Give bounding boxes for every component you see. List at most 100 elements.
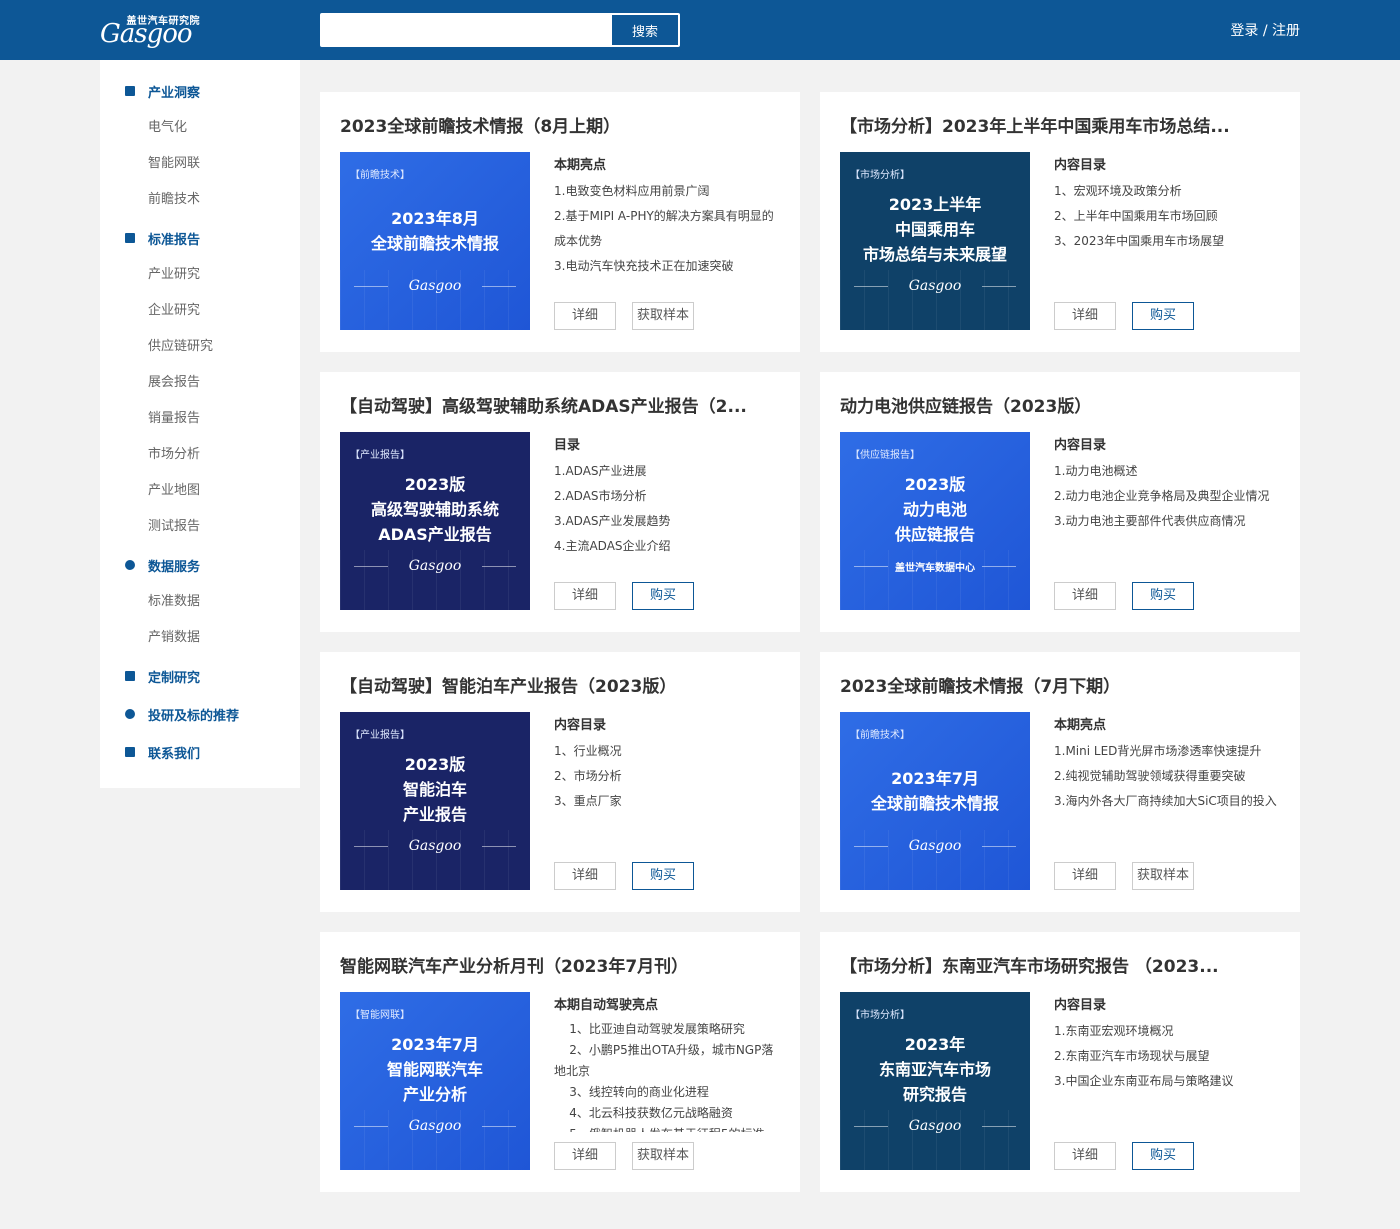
phone-icon [125, 747, 135, 757]
detail-button[interactable]: 详细 [554, 582, 616, 610]
report-title[interactable]: 2023全球前瞻技术情报（8月上期） [340, 112, 780, 137]
buy-button[interactable]: 购买 [1132, 302, 1194, 330]
cover-tag: 【市场分析】 [850, 1010, 910, 1021]
cover-title: 2023年 东南亚汽车市场 研究报告 [878, 1035, 991, 1104]
cover-tag: 【前瞻技术】 [850, 730, 910, 741]
sidebar-item[interactable]: 测试报告 [148, 515, 200, 534]
summary-item: 3.电动汽车快充技术正在加速突破 [554, 259, 734, 273]
sidebar-category[interactable]: 产业洞察 [120, 80, 200, 102]
report-summary: 本期亮点 1.Mini LED背光屏市场渗透率快速提升 2.纯视觉辅助驾驶领域获得重… [1054, 714, 1284, 814]
sidebar-category-label: 数据服务 [148, 559, 201, 575]
summary-heading: 本期自动驾驶亮点 [554, 998, 659, 1013]
cover-title: 2023年7月 智能网联汽车 产业分析 [386, 1035, 483, 1104]
summary-heading: 内容目录 [1054, 158, 1107, 173]
summary-heading: 内容目录 [1054, 438, 1107, 453]
report-title[interactable]: 2023全球前瞻技术情报（7月下期） [840, 672, 1280, 697]
report-title[interactable]: 【自动驾驶】智能泊车产业报告（2023版） [340, 672, 780, 697]
report-cover-image[interactable]: 【产业报告】 2023版 智能泊车 产业报告 Gasgoo [340, 712, 530, 890]
report-card: 【市场分析】东南亚汽车市场研究报告 （2023... 【市场分析】 2023年 东南… [820, 932, 1300, 1192]
report-title[interactable]: 动力电池供应链报告（2023版） [840, 392, 1280, 417]
report-card: 【自动驾驶】智能泊车产业报告（2023版） 【产业报告】 2023版 智能泊车 产业… [320, 652, 800, 912]
cover-title: 2023上半年 中国乘用车 市场总结与未来展望 [862, 195, 1007, 264]
search-bar: 搜索 [320, 13, 680, 47]
summary-item: 3.动力电池主要部件代表供应商情况 [1054, 514, 1246, 528]
cover-title: 2023年8月 全球前瞻技术情报 [370, 209, 499, 253]
sidebar-nav: 产业洞察电气化智能网联前瞻技术标准报告产业研究企业研究供应链研究展会报告销量报告… [100, 60, 300, 788]
report-title[interactable]: 【自动驾驶】高级驾驶辅助系统ADAS产业报告（2... [340, 392, 780, 417]
get-sample-button[interactable]: 获取样本 [632, 1142, 694, 1170]
detail-button[interactable]: 详细 [1054, 582, 1116, 610]
summary-item: 2.纯视觉辅助驾驶领域获得重要突破 [1054, 769, 1246, 783]
search-button[interactable]: 搜索 [612, 15, 678, 45]
summary-heading: 内容目录 [554, 718, 607, 733]
detail-button[interactable]: 详细 [554, 302, 616, 330]
report-summary: 目录 1.ADAS产业进展 2.ADAS市场分析 3.ADAS产业发展趋势 4.主流AD… [554, 434, 784, 559]
sidebar-item[interactable]: 产业研究 [148, 263, 200, 282]
get-sample-button[interactable]: 获取样本 [1132, 862, 1194, 890]
gasgoo-logo[interactable]: 盖世汽车研究院 Gasgoo [100, 12, 200, 49]
report-card: 动力电池供应链报告（2023版） 【供应链报告】 2023版 动力电池 供应链报告盖… [820, 372, 1300, 632]
buy-button[interactable]: 购买 [632, 582, 694, 610]
sidebar-item[interactable]: 智能网联 [148, 152, 200, 171]
sidebar-category[interactable]: 定制研究 [120, 665, 200, 687]
sidebar-category[interactable]: 数据服务 [120, 554, 200, 576]
sidebar-category[interactable]: 标准报告 [120, 227, 200, 249]
detail-button[interactable]: 详细 [1054, 302, 1116, 330]
sidebar-item[interactable]: 电气化 [148, 116, 187, 135]
sidebar-item[interactable]: 供应链研究 [148, 335, 213, 354]
summary-item: 2.动力电池企业竞争格局及典型企业情况 [1054, 489, 1270, 503]
summary-item: 3.中国企业东南亚布局与策略建议 [1054, 1074, 1234, 1088]
sidebar-item[interactable]: 产销数据 [148, 626, 200, 645]
buy-button[interactable]: 购买 [1132, 1142, 1194, 1170]
sidebar-category-label: 产业洞察 [148, 85, 201, 101]
sidebar-item[interactable]: 标准数据 [148, 590, 200, 609]
summary-heading: 目录 [554, 438, 581, 453]
report-cover-image[interactable]: 【前瞻技术】 2023年7月 全球前瞻技术情报 Gasgoo [840, 712, 1030, 890]
report-title[interactable]: 智能网联汽车产业分析月刊（2023年7月刊） [340, 952, 780, 977]
detail-button[interactable]: 详细 [554, 1142, 616, 1170]
sidebar-category[interactable]: 投研及标的推荐 [120, 703, 239, 725]
buy-button[interactable]: 购买 [1132, 582, 1194, 610]
cover-logo: Gasgoo [408, 1118, 462, 1134]
sidebar-item[interactable]: 展会报告 [148, 371, 200, 390]
detail-button[interactable]: 详细 [554, 862, 616, 890]
report-card: 【自动驾驶】高级驾驶辅助系统ADAS产业报告（2... 【产业报告】 2023版 高… [320, 372, 800, 632]
report-cover-image[interactable]: 【前瞻技术】 2023年8月 全球前瞻技术情报 Gasgoo [340, 152, 530, 330]
sidebar-category-label: 标准报告 [148, 232, 201, 248]
sidebar-item[interactable]: 销量报告 [148, 407, 200, 426]
summary-item: 2、小鹏P5推出OTA升级，城市NGP落地北京 [554, 1043, 774, 1078]
detail-button[interactable]: 详细 [1054, 1142, 1116, 1170]
report-cover-image[interactable]: 【产业报告】 2023版 高级驾驶辅助系统 ADAS产业报告 Gasgoo [340, 432, 530, 610]
login-register-link[interactable]: 登录 / 注册 [1200, 20, 1300, 40]
report-cover-image[interactable]: 【市场分析】 2023年 东南亚汽车市场 研究报告 Gasgoo [840, 992, 1030, 1170]
cover-logo: Gasgoo [908, 838, 962, 854]
report-cover-image[interactable]: 【供应链报告】 2023版 动力电池 供应链报告 盖世汽车数据中心 [840, 432, 1030, 610]
summary-item: 2.东南亚汽车市场现状与展望 [1054, 1049, 1210, 1063]
summary-item: 2.ADAS市场分析 [554, 489, 647, 503]
summary-item: 3.海内外各大厂商持续加大SiC项目的投入 [1054, 794, 1277, 808]
sidebar-item[interactable]: 产业地图 [148, 479, 200, 498]
summary-item: 3.ADAS产业发展趋势 [554, 514, 671, 528]
report-card: 【市场分析】2023年上半年中国乘用车市场总结... 【市场分析】 2023上半年 … [820, 92, 1300, 352]
get-sample-button[interactable]: 获取样本 [632, 302, 694, 330]
cover-tag: 【前瞻技术】 [350, 170, 410, 181]
report-cover-image[interactable]: 【智能网联】 2023年7月 智能网联汽车 产业分析 Gasgoo [340, 992, 530, 1170]
report-icon [125, 233, 135, 243]
sidebar-category-label: 定制研究 [148, 670, 201, 686]
sidebar-category[interactable]: 联系我们 [120, 741, 200, 763]
buy-button[interactable]: 购买 [632, 862, 694, 890]
search-input[interactable] [320, 13, 612, 47]
detail-button[interactable]: 详细 [1054, 862, 1116, 890]
sidebar-item[interactable]: 前瞻技术 [148, 188, 200, 207]
dollar-icon [125, 709, 135, 719]
sidebar-item[interactable]: 市场分析 [148, 443, 200, 462]
report-title[interactable]: 【市场分析】东南亚汽车市场研究报告 （2023... [840, 952, 1280, 977]
report-title[interactable]: 【市场分析】2023年上半年中国乘用车市场总结... [840, 112, 1280, 137]
report-cover-image[interactable]: 【市场分析】 2023上半年 中国乘用车 市场总结与未来展望 Gasgoo [840, 152, 1030, 330]
cover-title: 2023版 智能泊车 产业报告 [402, 755, 467, 824]
sidebar-item[interactable]: 企业研究 [148, 299, 200, 318]
pie-chart-icon [125, 560, 135, 570]
summary-item: 4、北云科技获数亿元战略融资 [554, 1106, 733, 1120]
summary-item: 5、俄智机器人发布基于征程5的标准 [554, 1124, 784, 1132]
cover-logo: Gasgoo [408, 838, 462, 854]
